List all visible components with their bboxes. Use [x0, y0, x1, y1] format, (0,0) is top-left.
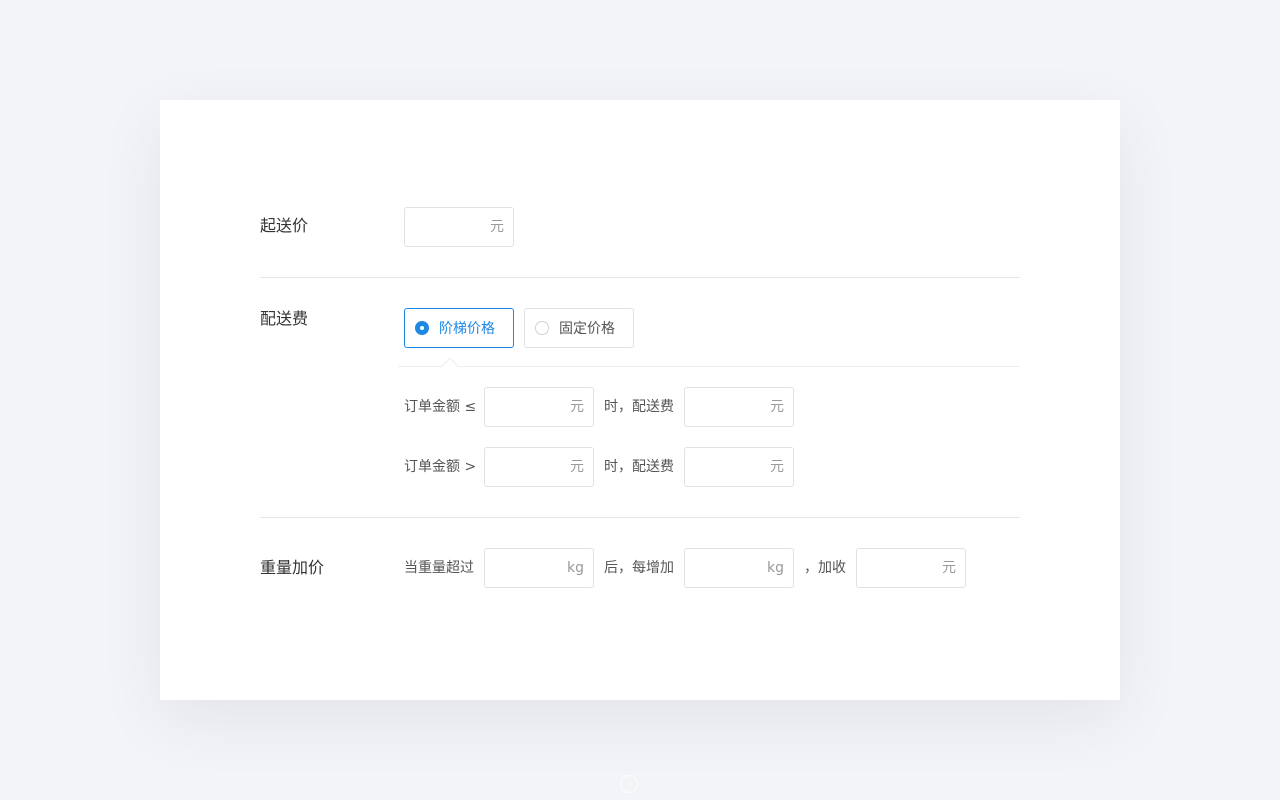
tier2-fee-input[interactable]: 元 [684, 447, 794, 487]
watermark-icon [620, 775, 638, 793]
tier1-fee-input[interactable]: 元 [684, 387, 794, 427]
radio-fixed-label: 固定价格 [559, 321, 615, 337]
weight-mid2-text: ，加收 [804, 560, 846, 576]
min-order-input[interactable]: 元 [404, 207, 514, 247]
weight-threshold-input[interactable]: kg [484, 548, 594, 588]
weight-surcharge-label: 重量加价 [260, 558, 325, 577]
min-order-label: 起送价 [260, 216, 309, 235]
weight-step-input[interactable]: kg [684, 548, 794, 588]
min-order-unit: 元 [490, 219, 504, 235]
weight-fee-unit: 元 [942, 560, 956, 576]
tier2-amount-input[interactable]: 元 [484, 447, 594, 487]
weight-mid-text: 后，每增加 [604, 560, 674, 576]
radio-unchecked-icon [535, 321, 549, 335]
weight-step-unit: kg [767, 560, 784, 576]
delivery-fee-label: 配送费 [260, 309, 309, 328]
tier2-fee-unit: 元 [770, 459, 784, 475]
weight-threshold-unit: kg [567, 560, 584, 576]
tier1-fee-unit: 元 [770, 399, 784, 415]
tier1-mid-text: 时，配送费 [604, 399, 674, 415]
weight-prefix: 当重量超过 [404, 560, 474, 576]
tier1-amount-input[interactable]: 元 [484, 387, 594, 427]
tier-panel-divider [398, 366, 1020, 367]
tier2-prefix: 订单金额 > [404, 459, 477, 475]
tier2-mid-text: 时，配送费 [604, 459, 674, 475]
radio-tiered-price[interactable]: 阶梯价格 [404, 308, 514, 348]
delivery-settings-card: 起送价 元 配送费 阶梯价格 固定价格 订单金额 ≤ 元 时，配送费 元 订单金… [160, 100, 1120, 700]
radio-tiered-label: 阶梯价格 [439, 321, 495, 337]
tier2-amount-unit: 元 [570, 459, 584, 475]
tier1-amount-unit: 元 [570, 399, 584, 415]
divider-2 [260, 517, 1020, 518]
tier-panel-caret [441, 357, 459, 375]
tier1-prefix: 订单金额 ≤ [404, 399, 477, 415]
divider-1 [260, 277, 1020, 278]
radio-fixed-price[interactable]: 固定价格 [524, 308, 634, 348]
weight-fee-input[interactable]: 元 [856, 548, 966, 588]
radio-checked-icon [415, 321, 429, 335]
